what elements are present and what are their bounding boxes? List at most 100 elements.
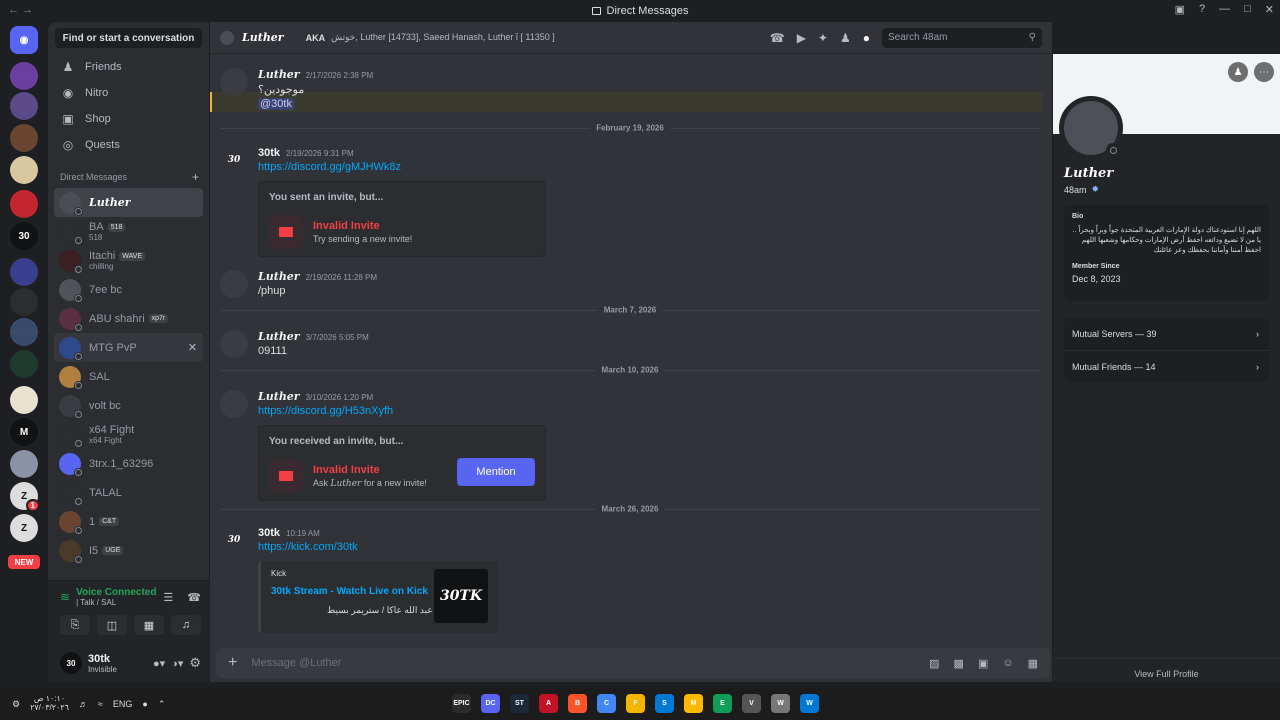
dm-item[interactable]: 3trx.1_63296 xyxy=(54,449,203,478)
user-mention[interactable]: @30tk xyxy=(258,98,294,110)
user-profile-icon[interactable]: ● xyxy=(863,31,870,45)
dm-item[interactable]: SAL xyxy=(54,362,203,391)
maximize-button[interactable]: □ xyxy=(1244,3,1251,16)
settings-gear-icon[interactable]: ⚙ xyxy=(189,655,201,671)
gift-icon[interactable]: ▨ xyxy=(929,657,939,670)
server-icon[interactable] xyxy=(10,318,38,346)
message-link[interactable]: https://discord.gg/H53nXyfh xyxy=(258,405,1040,417)
inbox-button[interactable]: ▣ xyxy=(1175,3,1185,16)
create-dm-button[interactable]: + xyxy=(192,170,199,184)
more-options-icon[interactable]: ⋯ xyxy=(1254,62,1274,82)
mention-button[interactable]: Mention xyxy=(457,458,535,486)
emoji-icon[interactable]: ☺ xyxy=(1002,657,1013,670)
dm-item[interactable]: 7ee bc xyxy=(54,275,203,304)
taskbar-app-icon[interactable]: M xyxy=(684,694,703,713)
nav-quests[interactable]: ◎ Quests xyxy=(54,132,203,158)
close-window-button[interactable]: ✕ xyxy=(1265,3,1274,16)
taskbar-app-icon[interactable]: B xyxy=(568,694,587,713)
server-icon[interactable]: Z1 xyxy=(10,482,40,512)
language-indicator[interactable]: ENG xyxy=(113,699,133,709)
message-author[interactable]: 30tk xyxy=(258,527,280,539)
message-avatar[interactable] xyxy=(220,68,248,96)
composer-placeholder[interactable]: Message @Luther xyxy=(251,657,915,669)
server-icon[interactable] xyxy=(10,350,38,378)
dm-item[interactable]: ABU shahri xp7r xyxy=(54,304,203,333)
close-dm-icon[interactable]: ✕ xyxy=(188,341,197,354)
taskbar-app-icon[interactable]: S xyxy=(655,694,674,713)
profile-avatar[interactable] xyxy=(1059,96,1123,160)
server-icon[interactable] xyxy=(10,258,38,286)
message-composer[interactable]: + Message @Luther ▨ ▩ ▣ ☺ ▦ xyxy=(216,648,1050,678)
message-avatar[interactable]: 30 xyxy=(220,146,248,174)
server-icon[interactable] xyxy=(10,92,38,120)
user-name[interactable]: 30tk xyxy=(88,653,147,665)
volume-icon[interactable]: ♬ xyxy=(79,699,88,709)
noise-suppression-icon[interactable]: ☰ xyxy=(163,591,173,604)
server-icon[interactable] xyxy=(10,450,38,478)
chevron-up-icon[interactable]: ⌃ xyxy=(158,699,166,710)
taskbar-app-icon[interactable]: ST xyxy=(510,694,529,713)
clock[interactable]: ١٠:١٠ ص ٢٧/٠٣/٢٠٢٦ xyxy=(30,694,69,713)
dm-item[interactable]: TALAL xyxy=(54,478,203,507)
sticker-icon[interactable]: ▣ xyxy=(978,657,988,670)
add-friends-icon[interactable]: ♟ xyxy=(840,31,851,45)
dm-item[interactable]: BA 518 518 xyxy=(54,217,203,246)
video-call-icon[interactable]: ▶ xyxy=(797,31,806,45)
dm-item[interactable]: Itachi WAVE chilling xyxy=(54,246,203,275)
mutual-servers-row[interactable]: Mutual Servers — 39 › xyxy=(1064,318,1269,350)
taskbar-app-icon[interactable]: W xyxy=(800,694,819,713)
taskbar-app-icon[interactable]: W xyxy=(771,694,790,713)
dm-item[interactable]: Luther xyxy=(54,188,203,217)
embed-thumbnail[interactable]: 30TK xyxy=(434,569,488,623)
mutual-friends-row[interactable]: Mutual Friends — 14 › xyxy=(1064,350,1269,382)
soundboard-button[interactable]: ♫ xyxy=(171,615,201,635)
taskbar-app-icon[interactable]: A xyxy=(539,694,558,713)
wifi-icon[interactable]: ≈ xyxy=(98,699,103,709)
server-icon[interactable]: Z xyxy=(10,514,38,542)
nav-nitro[interactable]: ◉ Nitro xyxy=(54,80,203,106)
activities-button[interactable]: ▦ xyxy=(134,615,164,635)
help-icon[interactable]: ? xyxy=(1199,3,1205,16)
message-author[interactable]: Luther xyxy=(258,330,300,343)
pin-icon[interactable]: ✦ xyxy=(818,31,828,45)
disconnect-icon[interactable]: ☎ xyxy=(187,591,201,604)
dm-item[interactable]: MTG PvP ✕ xyxy=(54,333,203,362)
minimize-button[interactable]: — xyxy=(1219,3,1230,16)
dm-item[interactable]: 1 C&T xyxy=(54,507,203,536)
server-icon[interactable]: 30 xyxy=(10,222,38,250)
apps-icon[interactable]: ▦ xyxy=(1028,657,1038,670)
server-icon[interactable] xyxy=(10,386,38,414)
message-avatar[interactable]: 30 xyxy=(220,526,248,554)
voice-channel[interactable]: | Talk / SAL xyxy=(76,598,157,607)
find-conversation-button[interactable]: Find or start a conversation xyxy=(55,28,202,48)
attach-plus-icon[interactable]: + xyxy=(228,654,237,672)
message-author[interactable]: Luther xyxy=(258,270,300,283)
add-friend-icon[interactable]: ♟ xyxy=(1228,62,1248,82)
dm-item[interactable]: I5 UGE xyxy=(54,536,203,565)
taskbar-app-icon[interactable]: V xyxy=(742,694,761,713)
user-avatar[interactable]: 30 xyxy=(60,652,82,674)
server-icon[interactable] xyxy=(10,62,38,90)
message-author[interactable]: Luther xyxy=(258,390,300,403)
call-icon[interactable]: ☎ xyxy=(770,31,785,45)
nav-friends[interactable]: ♟ Friends xyxy=(54,54,203,80)
message-author[interactable]: 30tk xyxy=(258,147,280,159)
mic-tray-icon[interactable]: ● xyxy=(142,699,147,709)
server-icon[interactable] xyxy=(10,288,38,316)
message-author[interactable]: Luther xyxy=(258,68,300,81)
view-full-profile-link[interactable]: View Full Profile xyxy=(1053,658,1280,679)
nav-arrows[interactable]: ← → xyxy=(8,4,33,16)
new-badge[interactable]: NEW xyxy=(8,555,40,569)
dm-item[interactable]: volt bc xyxy=(54,391,203,420)
server-icon[interactable] xyxy=(10,124,38,152)
message-link[interactable]: https://kick.com/30tk xyxy=(258,541,1040,553)
gif-icon[interactable]: ▩ xyxy=(954,657,964,670)
message-avatar[interactable] xyxy=(220,330,248,358)
home-discord-icon[interactable]: ◉ xyxy=(10,26,38,54)
gear-tray-icon[interactable]: ⚙ xyxy=(12,699,20,710)
message-avatar[interactable] xyxy=(220,270,248,298)
search-input[interactable]: Search 48am ⚲ xyxy=(882,27,1042,48)
server-icon[interactable]: M xyxy=(10,418,38,446)
mic-icon[interactable]: ●▾ xyxy=(153,657,165,670)
message-avatar[interactable] xyxy=(220,390,248,418)
